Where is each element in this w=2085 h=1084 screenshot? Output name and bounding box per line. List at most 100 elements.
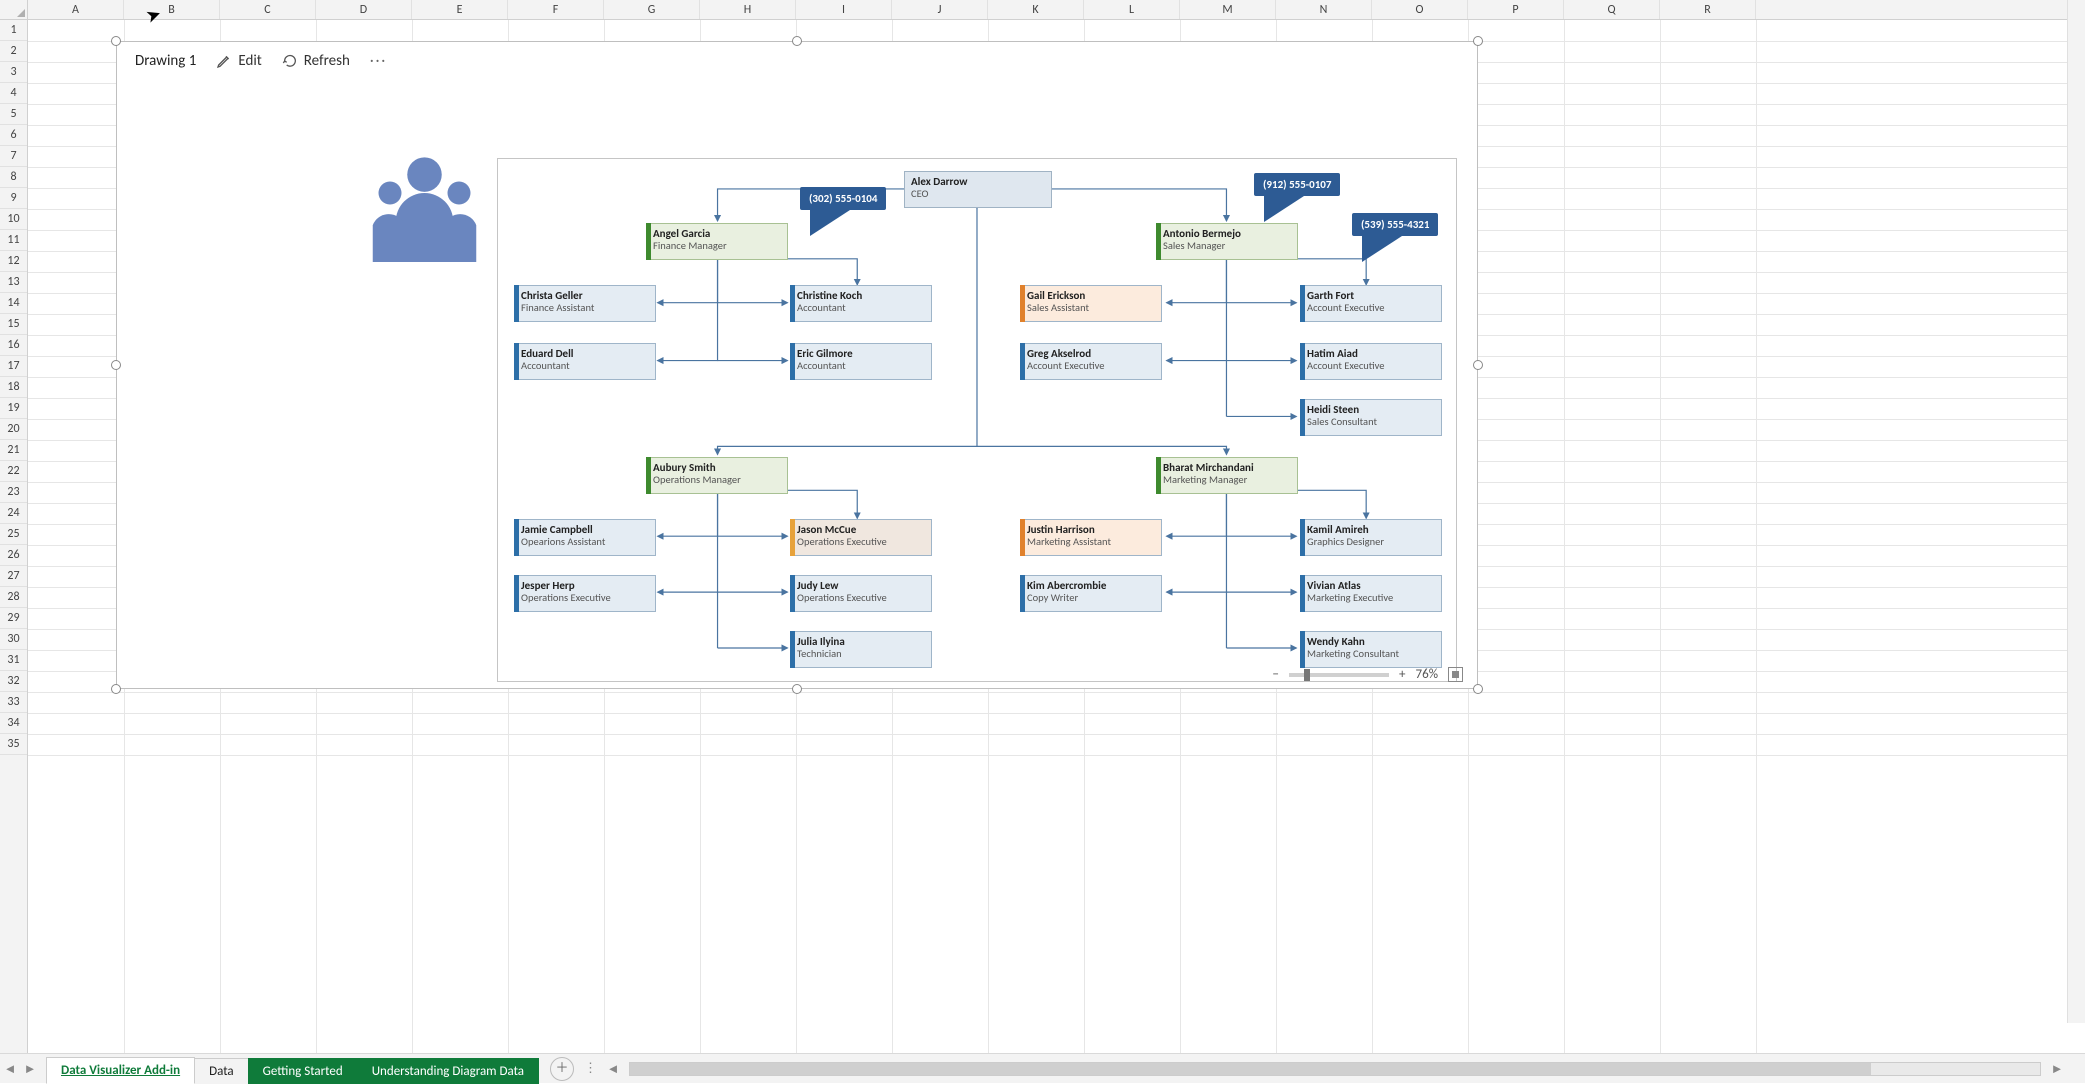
row-header[interactable]: 28 [0, 587, 27, 608]
node-employee[interactable]: Hatim Aiad Account Executive [1300, 343, 1442, 380]
node-manager[interactable]: Antonio Bermejo Sales Manager [1156, 223, 1298, 260]
resize-handle[interactable] [1473, 684, 1483, 694]
row-headers[interactable]: 1234567891011121314151617181920212223242… [0, 20, 28, 1053]
row-header[interactable]: 25 [0, 524, 27, 545]
select-all-triangle[interactable] [0, 0, 28, 20]
column-header[interactable]: M [1180, 0, 1276, 19]
row-header[interactable]: 33 [0, 692, 27, 713]
row-header[interactable]: 3 [0, 62, 27, 83]
sheet-tab[interactable]: Understanding Diagram Data [357, 1058, 539, 1084]
row-header[interactable]: 6 [0, 125, 27, 146]
resize-handle[interactable] [111, 360, 121, 370]
row-header[interactable]: 11 [0, 230, 27, 251]
tab-scroll-separator[interactable]: ⋮ [584, 1061, 597, 1076]
column-header[interactable]: B [124, 0, 220, 19]
column-header[interactable]: K [988, 0, 1084, 19]
row-header[interactable]: 29 [0, 608, 27, 629]
column-header[interactable]: Q [1564, 0, 1660, 19]
node-employee[interactable]: Justin Harrison Marketing Assistant [1020, 519, 1162, 556]
node-employee[interactable]: Judy Lew Operations Executive [790, 575, 932, 612]
row-header[interactable]: 16 [0, 335, 27, 356]
row-header[interactable]: 2 [0, 41, 27, 62]
node-employee[interactable]: Kamil Amireh Graphics Designer [1300, 519, 1442, 556]
row-header[interactable]: 24 [0, 503, 27, 524]
node-employee[interactable]: Heidi Steen Sales Consultant [1300, 399, 1442, 436]
node-manager[interactable]: Bharat Mirchandani Marketing Manager [1156, 457, 1298, 494]
edit-button[interactable]: Edit [216, 52, 261, 70]
column-header[interactable]: O [1372, 0, 1468, 19]
row-header[interactable]: 18 [0, 377, 27, 398]
node-employee[interactable]: Greg Akselrod Account Executive [1020, 343, 1162, 380]
row-header[interactable]: 8 [0, 167, 27, 188]
row-header[interactable]: 35 [0, 734, 27, 755]
column-header[interactable]: F [508, 0, 604, 19]
resize-handle[interactable] [792, 36, 802, 46]
fit-to-window-button[interactable] [1448, 667, 1463, 682]
column-header[interactable]: J [892, 0, 988, 19]
node-employee[interactable]: Eduard Dell Accountant [514, 343, 656, 380]
add-sheet-button[interactable]: ＋ [550, 1057, 574, 1081]
row-header[interactable]: 17 [0, 356, 27, 377]
row-header[interactable]: 22 [0, 461, 27, 482]
column-header[interactable]: D [316, 0, 412, 19]
node-employee[interactable]: Vivian Atlas Marketing Executive [1300, 575, 1442, 612]
sheet-tab[interactable]: Data [194, 1058, 249, 1084]
node-employee[interactable]: Kim Abercrombie Copy Writer [1020, 575, 1162, 612]
row-header[interactable]: 20 [0, 419, 27, 440]
row-header[interactable]: 12 [0, 251, 27, 272]
column-header[interactable]: A [28, 0, 124, 19]
row-header[interactable]: 9 [0, 188, 27, 209]
more-menu-button[interactable]: ··· [370, 52, 387, 70]
node-employee[interactable]: Wendy Kahn Marketing Consultant [1300, 631, 1442, 668]
column-header[interactable]: P [1468, 0, 1564, 19]
drawing-object[interactable]: Drawing 1 Edit Refresh ··· [116, 41, 1478, 689]
node-manager[interactable]: Aubury Smith Operations Manager [646, 457, 788, 494]
node-ceo[interactable]: Alex Darrow CEO [904, 171, 1052, 208]
vertical-scrollbar[interactable] [2067, 0, 2085, 1023]
node-employee[interactable]: Jesper Herp Operations Executive [514, 575, 656, 612]
row-header[interactable]: 32 [0, 671, 27, 692]
row-header[interactable]: 21 [0, 440, 27, 461]
refresh-button[interactable]: Refresh [282, 52, 350, 70]
resize-handle[interactable] [111, 684, 121, 694]
column-header[interactable]: R [1660, 0, 1756, 19]
row-header[interactable]: 31 [0, 650, 27, 671]
column-header[interactable]: N [1276, 0, 1372, 19]
row-header[interactable]: 30 [0, 629, 27, 650]
row-header[interactable]: 26 [0, 545, 27, 566]
resize-handle[interactable] [1473, 36, 1483, 46]
column-header[interactable]: C [220, 0, 316, 19]
zoom-slider[interactable] [1289, 673, 1389, 677]
node-employee[interactable]: Christine Koch Accountant [790, 285, 932, 322]
column-header[interactable]: L [1084, 0, 1180, 19]
hscroll-next[interactable]: ► [2047, 1061, 2067, 1077]
row-header[interactable]: 10 [0, 209, 27, 230]
row-header[interactable]: 34 [0, 713, 27, 734]
row-header[interactable]: 27 [0, 566, 27, 587]
tab-nav-prev[interactable]: ◄ [0, 1061, 20, 1077]
column-header[interactable]: G [604, 0, 700, 19]
row-header[interactable]: 15 [0, 314, 27, 335]
node-manager[interactable]: Angel Garcia Finance Manager [646, 223, 788, 260]
column-headers[interactable]: ABCDEFGHIJKLMNOPQR [28, 0, 2067, 20]
node-employee[interactable]: Eric Gilmore Accountant [790, 343, 932, 380]
row-header[interactable]: 7 [0, 146, 27, 167]
node-employee[interactable]: Jason McCue Operations Executive [790, 519, 932, 556]
row-header[interactable]: 1 [0, 20, 27, 41]
resize-handle[interactable] [792, 684, 802, 694]
horizontal-scrollbar[interactable] [629, 1062, 2041, 1076]
sheet-tab[interactable]: Data Visualizer Add-in [46, 1057, 195, 1084]
column-header[interactable]: I [796, 0, 892, 19]
resize-handle[interactable] [111, 36, 121, 46]
row-header[interactable]: 4 [0, 83, 27, 104]
column-header[interactable]: H [700, 0, 796, 19]
row-header[interactable]: 5 [0, 104, 27, 125]
tab-nav-next[interactable]: ► [20, 1061, 40, 1077]
zoom-out-button[interactable]: − [1273, 667, 1279, 682]
node-employee[interactable]: Jamie Campbell Opearions Assistant [514, 519, 656, 556]
node-employee[interactable]: Garth Fort Account Executive [1300, 285, 1442, 322]
row-header[interactable]: 14 [0, 293, 27, 314]
row-header[interactable]: 13 [0, 272, 27, 293]
column-header[interactable]: E [412, 0, 508, 19]
hscroll-prev[interactable]: ◄ [603, 1061, 623, 1077]
